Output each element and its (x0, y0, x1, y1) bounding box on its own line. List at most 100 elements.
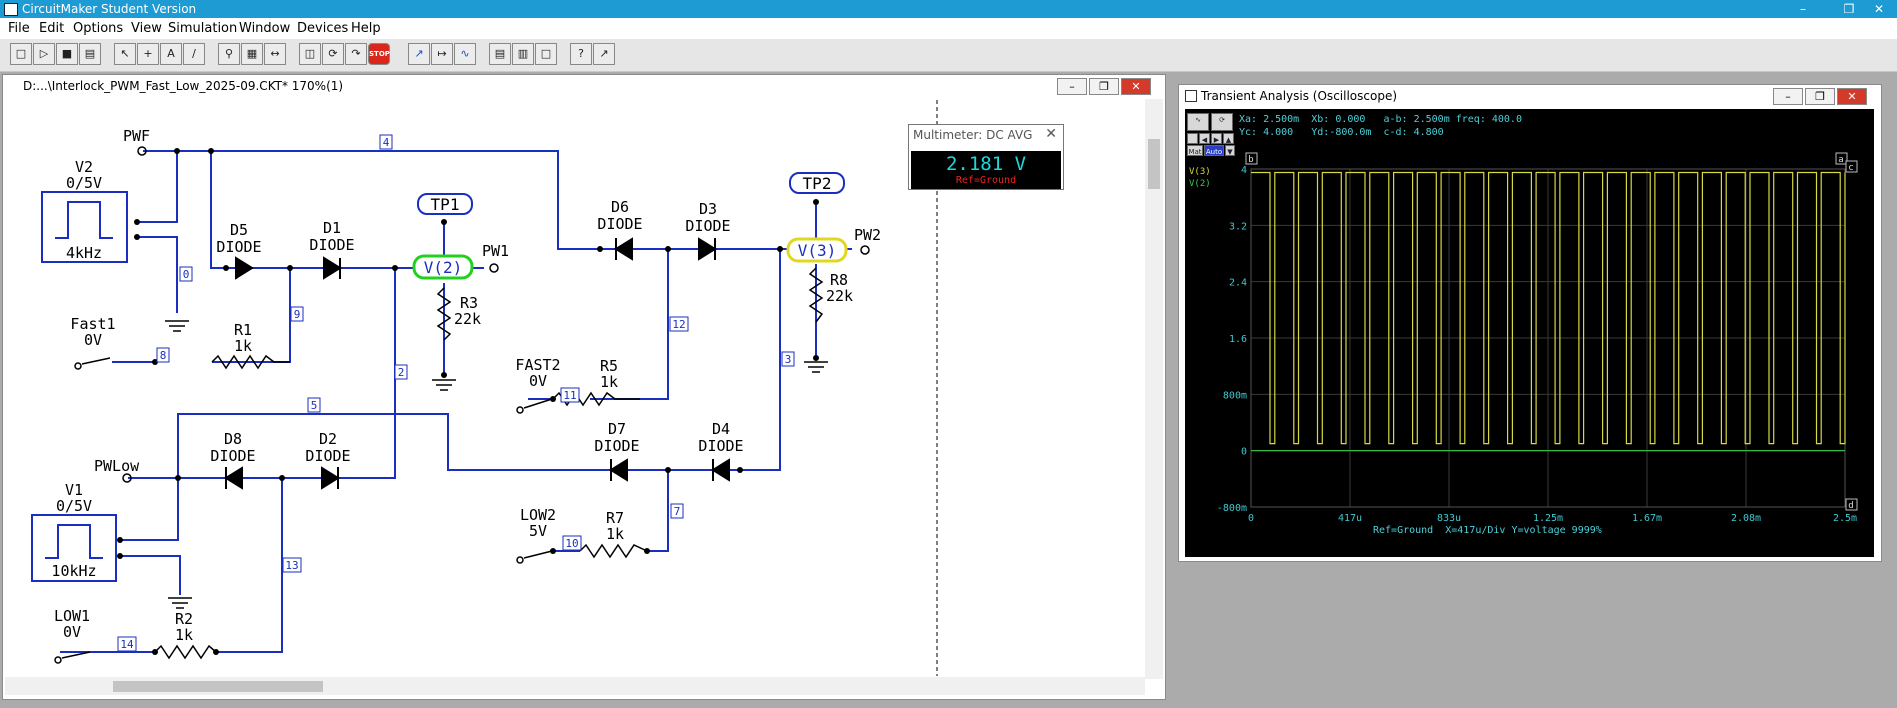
probe-icon[interactable]: ↗ (408, 43, 430, 65)
multimeter-panel[interactable]: Multimeter: DC AVG ✕ 2.181 V Ref=Ground (908, 124, 1064, 190)
diode-d6[interactable] (614, 237, 633, 261)
reset-icon[interactable]: ⟳ (322, 43, 344, 65)
switch-fast1[interactable] (74, 362, 82, 370)
trace-icon[interactable]: ↦ (431, 43, 453, 65)
probe-tool-icon[interactable]: ∕ (183, 43, 205, 65)
zoom-icon[interactable]: ⚲ (218, 43, 240, 65)
osc-minimize-button[interactable]: – (1773, 88, 1803, 105)
d2-name: D2 (319, 430, 337, 448)
node-label: 0 (183, 268, 190, 281)
menu-bar: File Edit Options View Simulation Window… (0, 18, 1897, 39)
menu-view[interactable]: View (131, 21, 162, 36)
menu-devices[interactable]: Devices (297, 21, 348, 36)
scope-footer: Ref=Ground X=417u/Div Y=voltage 9999% (1373, 525, 1602, 536)
waveform-icon[interactable]: ∿ (454, 43, 476, 65)
fit-icon[interactable]: ↔ (264, 43, 286, 65)
wire-tool-icon[interactable]: + (137, 43, 159, 65)
multimeter-value: 2.181 V (945, 153, 1027, 175)
zoom-area-icon[interactable]: ▦ (241, 43, 263, 65)
pw1-terminal[interactable] (489, 263, 499, 273)
switch-fast2[interactable] (516, 406, 524, 414)
switch-low2[interactable] (516, 556, 524, 564)
vertical-scroll-thumb[interactable] (1148, 139, 1160, 189)
x-tick-label: 2.5m (1833, 513, 1857, 524)
x-tick-label: 1.67m (1632, 513, 1662, 524)
close-icon[interactable]: ✕ (1856, 0, 1897, 18)
schematic-title: D:...\Interlock_PWM_Fast_Low_2025-09.CKT… (23, 79, 344, 93)
y-tick-label: 1.6 (1229, 334, 1247, 345)
pw2-terminal[interactable] (860, 245, 870, 255)
d6-type: DIODE (597, 215, 642, 233)
app-icon (4, 3, 18, 16)
y-tick-label: 3.2 (1229, 221, 1247, 232)
pwf-label: PWF (123, 127, 150, 145)
diode-d5[interactable] (235, 256, 254, 280)
step-icon[interactable]: ↷ (345, 43, 367, 65)
low2-value: 5V (529, 522, 547, 540)
cursor-c-marker-label: c (1848, 163, 1853, 173)
oscilloscope-display[interactable]: ∿ ⟳ ◀ ▶ ▲ Mat Auto ▼ Xa: 2.500m Xb: 0.00… (1185, 109, 1874, 557)
cursor-a-marker-label: a (1838, 155, 1843, 165)
d6-name: D6 (611, 198, 629, 216)
bus-icon[interactable]: ▤ (489, 43, 511, 65)
osc-close-button[interactable]: ✕ (1837, 88, 1867, 105)
open-folder-icon[interactable]: ▷ (33, 43, 55, 65)
diode-d2[interactable] (321, 466, 340, 490)
diode-d4[interactable] (711, 458, 730, 482)
v1-value: 0/5V (56, 497, 92, 515)
diode-d7[interactable] (609, 458, 628, 482)
stop-button[interactable]: STOP (368, 43, 390, 65)
node-label: 10 (565, 537, 578, 550)
switch-low1[interactable] (54, 656, 62, 664)
arrow-tool-icon[interactable]: ↖ (114, 43, 136, 65)
diode-d3[interactable] (698, 237, 717, 261)
node-label: 9 (294, 308, 301, 321)
d7-name: D7 (608, 420, 626, 438)
menu-simulation[interactable]: Simulation (168, 21, 237, 36)
pw2-label: PW2 (854, 226, 881, 244)
menu-file[interactable]: File (8, 21, 30, 36)
d3-type: DIODE (685, 217, 730, 235)
x-tick-label: 1.25m (1533, 513, 1563, 524)
context-help-icon[interactable]: ↗ (593, 43, 615, 65)
new-file-icon[interactable]: □ (10, 43, 32, 65)
d4-type: DIODE (698, 437, 743, 455)
node-label: 14 (120, 638, 134, 651)
node-label: 11 (563, 389, 576, 402)
minimize-icon[interactable]: – (1780, 0, 1826, 18)
page-icon[interactable]: □ (535, 43, 557, 65)
save-icon[interactable]: ■ (56, 43, 78, 65)
osc-restore-button[interactable]: ❐ (1805, 88, 1835, 105)
wire (120, 478, 179, 541)
print-icon[interactable]: ▤ (79, 43, 101, 65)
app-title: CircuitMaker Student Version (22, 2, 197, 16)
cursor-d-marker-label: d (1848, 501, 1853, 511)
schematic-close-button[interactable]: ✕ (1121, 78, 1151, 95)
resistor-r2[interactable] (154, 644, 217, 660)
resistor-r7[interactable] (579, 543, 648, 559)
node-label: 3 (785, 353, 792, 366)
menu-edit[interactable]: Edit (39, 21, 64, 36)
schematic-restore-button[interactable]: ❐ (1089, 78, 1119, 95)
fast2-value: 0V (529, 372, 547, 390)
schematic-horizontal-scrollbar[interactable] (5, 677, 1145, 695)
text-tool-icon[interactable]: A (160, 43, 182, 65)
schematic-vertical-scrollbar[interactable] (1145, 99, 1163, 679)
grid-icon[interactable]: ▥ (512, 43, 534, 65)
diode-d1[interactable] (323, 256, 342, 280)
menu-help[interactable]: Help (351, 21, 381, 36)
schematic-minimize-button[interactable]: – (1057, 78, 1087, 95)
menu-window[interactable]: Window (239, 21, 290, 36)
transient-plot[interactable]: 0 417u 833u 1.25m 1.67m 2.08m 2.5m 4 3.2 2.4 1.6 80… (1185, 109, 1874, 557)
low1-value: 0V (63, 623, 81, 641)
r2-value: 1k (175, 626, 193, 644)
help-button[interactable]: ? (570, 43, 592, 65)
wire (143, 150, 226, 269)
rotate-part-icon[interactable]: ◫ (299, 43, 321, 65)
multimeter-close-icon[interactable]: ✕ (1045, 126, 1057, 142)
node-label: 8 (160, 349, 167, 362)
horizontal-scroll-thumb[interactable] (113, 681, 323, 692)
diode-d8[interactable] (224, 466, 243, 490)
menu-options[interactable]: Options (73, 21, 123, 36)
oscilloscope-title: Transient Analysis (Oscilloscope) (1201, 89, 1398, 103)
